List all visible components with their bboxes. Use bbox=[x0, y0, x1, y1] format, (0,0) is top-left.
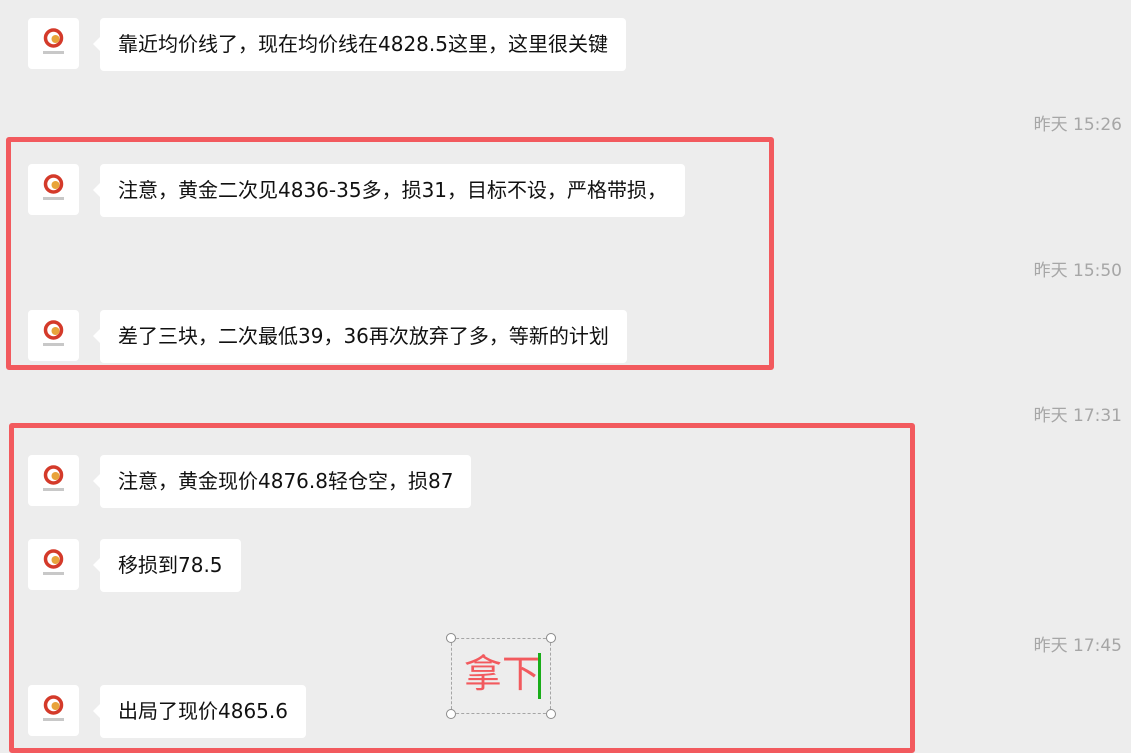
message-bubble[interactable]: 靠近均价线了，现在均价线在4828.5这里，这里很关键 bbox=[93, 18, 626, 71]
avatar[interactable] bbox=[28, 18, 79, 69]
avatar[interactable] bbox=[28, 310, 79, 361]
timestamp: 昨天 15:26 bbox=[1033, 115, 1122, 135]
company-logo-icon bbox=[43, 174, 64, 200]
company-logo-icon bbox=[43, 465, 64, 491]
message-text: 注意，黄金二次见4836-35多，损31，目标不设，严格带损， bbox=[118, 178, 668, 202]
timestamp: 昨天 17:31 bbox=[1033, 406, 1122, 426]
company-logo-icon bbox=[43, 320, 64, 346]
avatar[interactable] bbox=[28, 539, 79, 590]
timestamp: 昨天 17:45 bbox=[1033, 636, 1122, 656]
avatar[interactable] bbox=[28, 685, 79, 736]
message-bubble[interactable]: 移损到78.5 bbox=[93, 539, 241, 592]
message-text: 移损到78.5 bbox=[118, 553, 223, 577]
company-logo-icon bbox=[43, 695, 64, 721]
message-bubble[interactable]: 出局了现价4865.6 bbox=[93, 685, 306, 738]
annotation-text: 拿下 bbox=[464, 652, 541, 696]
resize-handle-bottom-left[interactable] bbox=[446, 709, 456, 719]
resize-handle-top-left[interactable] bbox=[446, 633, 456, 643]
message-text: 注意，黄金现价4876.8轻仓空，损87 bbox=[118, 469, 454, 493]
message-bubble[interactable]: 注意，黄金二次见4836-35多，损31，目标不设，严格带损， bbox=[92, 164, 686, 217]
avatar[interactable] bbox=[28, 455, 79, 506]
resize-handle-top-right[interactable] bbox=[546, 633, 556, 643]
company-logo-icon bbox=[43, 28, 64, 54]
timestamp: 昨天 15:50 bbox=[1033, 261, 1122, 281]
company-logo-icon bbox=[43, 549, 64, 575]
annotation-text-box[interactable]: 拿下 bbox=[446, 633, 556, 719]
resize-handle-bottom-right[interactable] bbox=[546, 709, 556, 719]
message-text: 靠近均价线了，现在均价线在4828.5这里，这里很关键 bbox=[118, 32, 608, 56]
avatar[interactable] bbox=[28, 164, 79, 215]
message-bubble[interactable]: 注意，黄金现价4876.8轻仓空，损87 bbox=[92, 455, 472, 508]
message-bubble[interactable]: 差了三块，二次最低39，36再次放弃了多，等新的计划 bbox=[93, 310, 627, 363]
message-text: 差了三块，二次最低39，36再次放弃了多，等新的计划 bbox=[118, 324, 609, 348]
text-caret bbox=[538, 653, 541, 699]
message-text: 出局了现价4865.6 bbox=[118, 699, 288, 723]
